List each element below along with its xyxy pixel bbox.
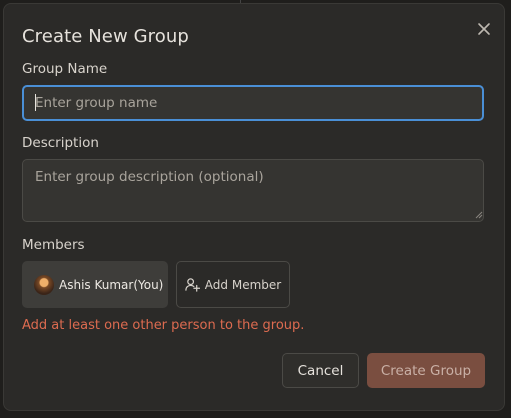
close-icon[interactable]: [474, 19, 494, 39]
group-name-input[interactable]: [22, 85, 484, 121]
resize-grip-icon[interactable]: [474, 210, 483, 219]
create-group-dialog: Create New Group Group Name Description …: [3, 3, 505, 411]
description-textarea[interactable]: [22, 159, 484, 222]
member-name: Ashis Kumar(You): [59, 277, 164, 292]
cancel-button[interactable]: Cancel: [282, 353, 359, 388]
group-name-label: Group Name: [22, 61, 108, 77]
text-caret: [35, 94, 36, 111]
dialog-title: Create New Group: [22, 26, 189, 47]
create-group-button[interactable]: Create Group: [367, 353, 485, 388]
avatar: [34, 274, 54, 295]
add-member-label: Add Member: [204, 277, 282, 292]
description-label: Description: [22, 135, 99, 151]
members-label: Members: [22, 237, 85, 253]
member-chip: Ashis Kumar(You): [22, 261, 168, 308]
validation-error: Add at least one other person to the gro…: [22, 318, 305, 333]
add-member-button[interactable]: Add Member: [176, 261, 290, 308]
user-plus-icon: [185, 278, 200, 292]
